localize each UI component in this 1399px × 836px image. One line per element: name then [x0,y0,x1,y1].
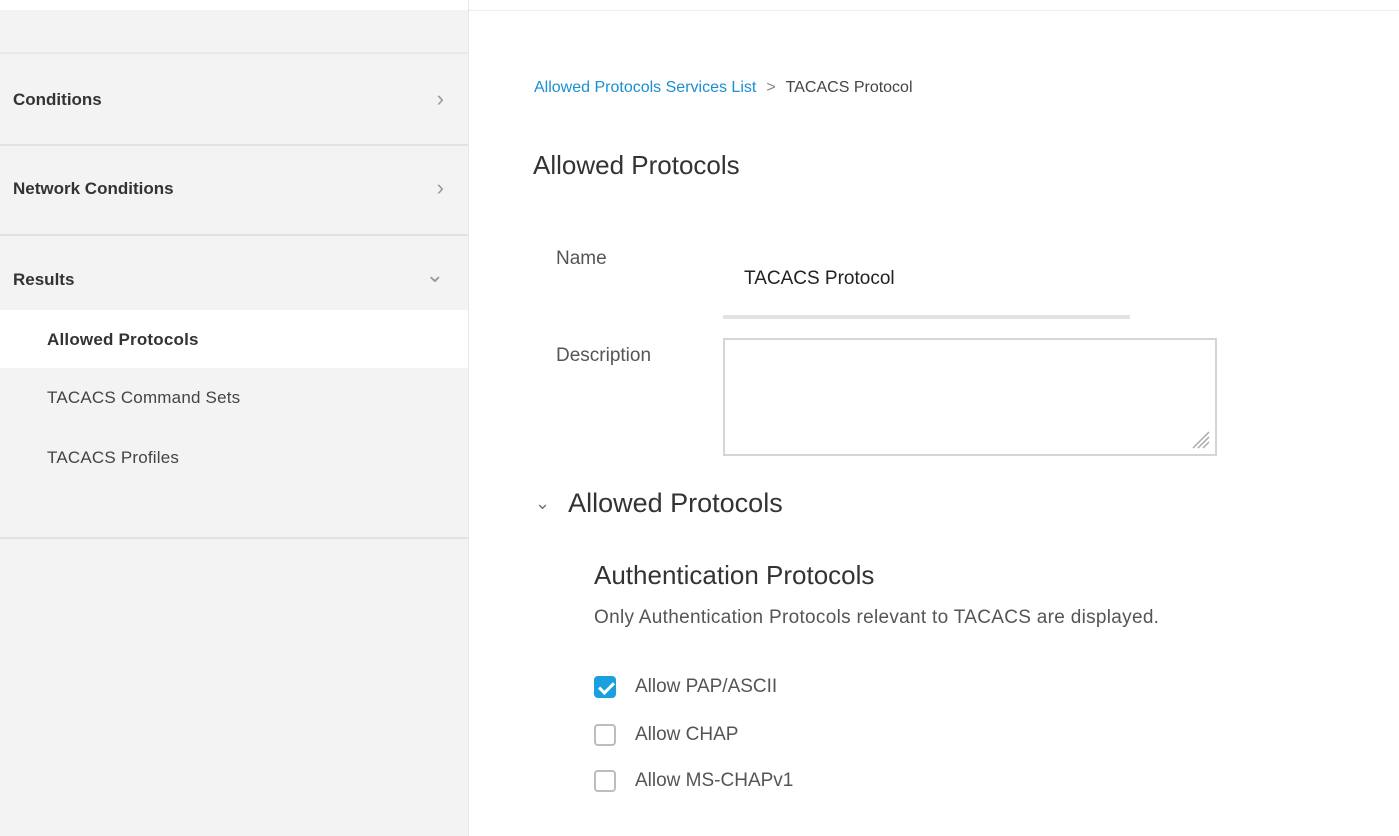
main-content: Allowed Protocols Services List > TACACS P… [469,0,1399,836]
description-textarea[interactable] [723,338,1217,456]
chevron-down-icon: ⌄ [425,262,444,287]
chevron-right-icon: › [436,86,444,111]
sidebar-section-network-conditions[interactable]: Network Conditions › [0,146,468,236]
breadcrumb: Allowed Protocols Services List > TACACS P… [534,79,913,97]
checkbox-label: Allow CHAP [635,724,739,745]
sidebar-top-strip [0,0,468,10]
checkbox-label: Allow PAP/ASCII [635,676,778,697]
sidebar-section-label: Network Conditions [13,179,174,198]
description-label: Description [556,345,652,366]
divider [0,537,468,539]
breadcrumb-current: TACACS Protocol [785,79,913,96]
authentication-protocols-help: Only Authentication Protocols relevant t… [594,607,1160,628]
name-label: Name [556,248,607,269]
authentication-protocols-title: Authentication Protocols [594,560,875,590]
checkbox-chap[interactable] [594,724,616,746]
sidebar-section-conditions[interactable]: Conditions › [0,54,468,144]
sidebar-item-tacacs-profiles[interactable]: TACACS Profiles [0,428,468,486]
resize-grip-icon[interactable] [1189,428,1211,450]
checkbox-ms-chapv1[interactable] [594,770,616,792]
sidebar-section-label: Conditions [13,90,102,109]
divider [469,10,1399,11]
chevron-down-icon: ⌄ [535,493,551,513]
sidebar-item-label: Allowed Protocols [47,330,199,349]
sidebar-section-label: Results [13,270,75,289]
chevron-right-icon: › [436,175,444,200]
sidebar-item-tacacs-command-sets[interactable]: TACACS Command Sets [0,368,468,426]
section-header-label: Allowed Protocols [568,488,783,518]
breadcrumb-separator: > [766,79,776,96]
checkbox-pap-ascii[interactable] [594,676,616,698]
name-input-underline [723,315,1130,319]
sidebar-item-label: TACACS Profiles [47,448,180,467]
sidebar-item-allowed-protocols[interactable]: Allowed Protocols [0,310,468,368]
breadcrumb-link[interactable]: Allowed Protocols Services List [534,79,756,96]
page-title: Allowed Protocols [533,150,740,180]
sidebar: Conditions › Network Conditions › Result… [0,0,469,836]
name-input[interactable]: TACACS Protocol [744,268,895,290]
sidebar-item-label: TACACS Command Sets [47,388,241,407]
allowed-protocols-section-toggle[interactable]: ⌄ Allowed Protocols [535,488,783,519]
checkbox-label: Allow MS-CHAPv1 [635,770,794,791]
